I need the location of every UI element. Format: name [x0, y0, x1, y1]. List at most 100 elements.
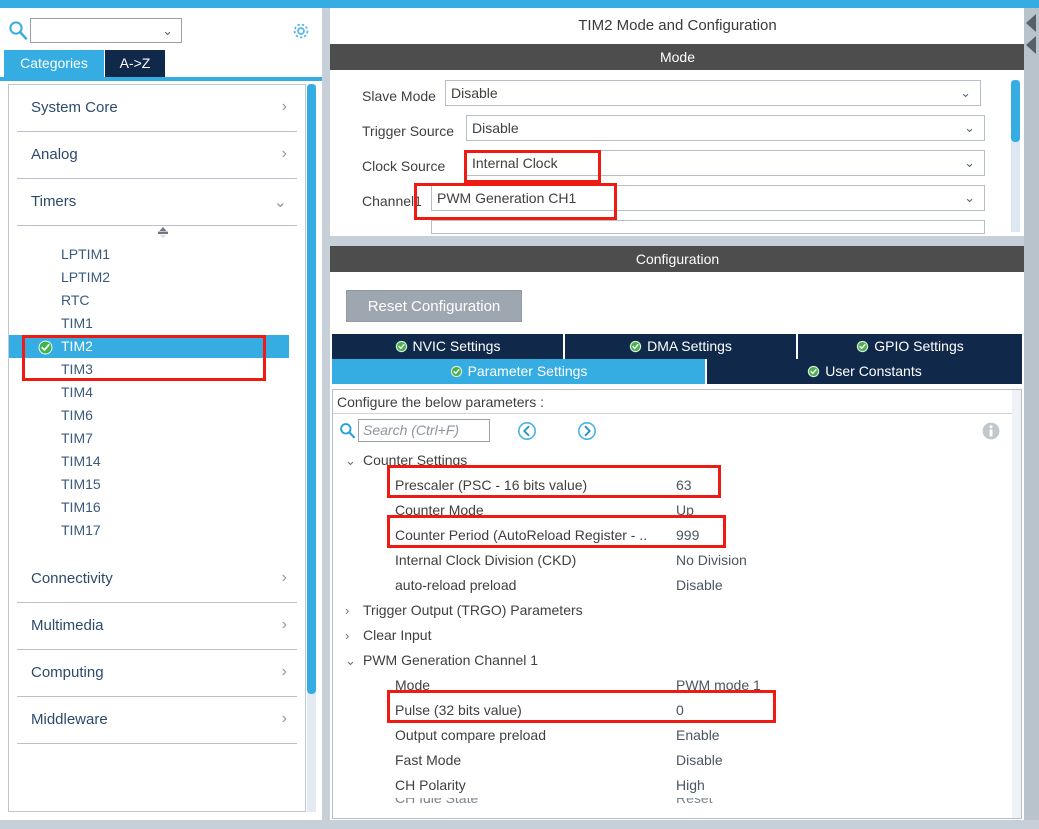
mode-row-slave-mode: Slave Mode Disable ⌄	[330, 80, 1025, 115]
sidebar-tabs-underline	[0, 77, 322, 81]
info-icon[interactable]	[981, 421, 1001, 441]
group-label: Counter Settings	[363, 452, 468, 468]
outer-scrollbar-track[interactable]	[1024, 8, 1039, 820]
parameters-tree: ⌄ Counter Settings Prescaler (PSC - 16 b…	[333, 448, 1021, 814]
tab-label: Parameter Settings	[467, 363, 588, 379]
list-item[interactable]: RTC	[9, 289, 305, 312]
sidebar-item-tim2[interactable]: TIM2	[9, 335, 289, 358]
table-row[interactable]: Mode PWM mode 1	[333, 673, 1021, 698]
table-row[interactable]: Internal Clock Division (CKD) No Divisio…	[333, 548, 1021, 573]
search-input[interactable]: Search (Ctrl+F)	[358, 419, 490, 442]
list-item[interactable]: TIM3	[9, 358, 305, 381]
tab-parameter-settings[interactable]: Parameter Settings	[332, 359, 705, 384]
param-name: Pulse (32 bits value)	[395, 702, 522, 718]
table-row[interactable]: CH Polarity High	[333, 773, 1021, 798]
chevron-down-icon: ⌄	[345, 653, 356, 668]
sidebar-item-middleware[interactable]: Middleware ›	[17, 697, 297, 744]
list-item[interactable]: TIM16	[9, 496, 305, 519]
chevron-right-icon: ›	[345, 628, 350, 643]
table-row[interactable]: Counter Period (AutoReload Register - ..…	[333, 523, 1021, 548]
table-row[interactable]: Fast Mode Disable	[333, 748, 1021, 773]
mode-row-channel1: Channel1 PWM Generation CH1 ⌄	[330, 185, 1025, 220]
param-value: No Division	[676, 552, 747, 568]
check-circle-icon	[395, 336, 408, 353]
channel1-value: PWM Generation CH1	[437, 190, 577, 206]
param-value: High	[676, 777, 705, 793]
group-clear-input[interactable]: › Clear Input	[333, 623, 1021, 648]
param-name: Mode	[395, 677, 431, 693]
timer-label: TIM14	[61, 453, 101, 469]
param-value: Enable	[676, 727, 720, 743]
table-row[interactable]: Prescaler (PSC - 16 bits value) 63	[333, 473, 1021, 498]
clock-source-value: Internal Clock	[472, 155, 558, 171]
timer-label: TIM3	[61, 361, 93, 377]
param-name: Output compare preload	[395, 727, 546, 743]
trigger-source-value: Disable	[472, 120, 519, 136]
table-row-clipped[interactable]: CH Idle State Reset	[333, 798, 1021, 814]
mode-section-header: Mode	[330, 44, 1025, 70]
group-pwm-generation-channel-1[interactable]: ⌄ PWM Generation Channel 1	[333, 648, 1021, 673]
tab-categories[interactable]: Categories	[4, 50, 104, 77]
list-item[interactable]: LPTIM1	[9, 243, 305, 266]
chevron-down-icon: ⌄	[964, 190, 975, 205]
list-item[interactable]: TIM17	[9, 519, 305, 542]
clock-source-select[interactable]: Internal Clock ⌄	[466, 150, 985, 176]
param-value: 63	[676, 477, 692, 493]
previous-icon[interactable]	[517, 421, 537, 441]
sidebar-item-system-core[interactable]: System Core ›	[17, 85, 297, 132]
sidebar-item-computing[interactable]: Computing ›	[17, 650, 297, 697]
next-icon[interactable]	[577, 421, 597, 441]
scroll-up-handle-icon[interactable]	[155, 226, 171, 240]
sidebar-search-row: ⌄	[0, 8, 322, 50]
group-trigger-output[interactable]: › Trigger Output (TRGO) Parameters	[333, 598, 1021, 623]
list-item[interactable]: TIM4	[9, 381, 305, 404]
search-combobox[interactable]: ⌄	[30, 18, 182, 43]
table-row[interactable]: Counter Mode Up	[333, 498, 1021, 523]
reset-configuration-button[interactable]: Reset Configuration	[346, 290, 522, 322]
sidebar-item-label: Analog	[31, 146, 78, 163]
list-item[interactable]: TIM7	[9, 427, 305, 450]
slave-mode-select[interactable]: Disable ⌄	[445, 80, 981, 106]
check-circle-icon	[807, 361, 820, 378]
check-circle-icon	[450, 361, 463, 378]
parameters-scrollbar-track[interactable]	[1012, 390, 1021, 818]
table-row[interactable]: Output compare preload Enable	[333, 723, 1021, 748]
param-value: Disable	[676, 577, 723, 593]
tab-label: User Constants	[825, 363, 922, 379]
channel1-select[interactable]: PWM Generation CH1 ⌄	[431, 185, 985, 211]
sidebar-item-timers[interactable]: Timers ⌄	[17, 179, 297, 226]
tab-label: DMA Settings	[647, 338, 732, 354]
tab-dma-settings[interactable]: DMA Settings	[565, 334, 796, 359]
table-row[interactable]: Pulse (32 bits value) 0	[333, 698, 1021, 723]
tab-gpio-settings[interactable]: GPIO Settings	[798, 334, 1022, 359]
configuration-section-header: Configuration	[330, 246, 1025, 272]
parameters-toolbar: Search (Ctrl+F)	[333, 414, 1021, 448]
group-counter-settings[interactable]: ⌄ Counter Settings	[333, 448, 1021, 473]
mode-scrollbar-thumb[interactable]	[1011, 80, 1020, 142]
list-item[interactable]: TIM14	[9, 450, 305, 473]
trigger-source-select[interactable]: Disable ⌄	[466, 115, 985, 141]
sidebar-item-label: Multimedia	[31, 617, 104, 634]
panel-collapse-arrows[interactable]	[1024, 12, 1039, 60]
param-name: auto-reload preload	[395, 577, 517, 593]
list-item[interactable]: TIM15	[9, 473, 305, 496]
tab-user-constants[interactable]: User Constants	[707, 359, 1022, 384]
sidebar-scrollbar-thumb[interactable]	[307, 84, 316, 694]
param-name: Counter Period (AutoReload Register - ..	[395, 527, 648, 543]
clock-source-label: Clock Source	[362, 158, 446, 174]
gear-icon[interactable]	[290, 20, 312, 42]
sidebar-item-connectivity[interactable]: Connectivity ›	[17, 556, 297, 603]
list-item[interactable]: TIM6	[9, 404, 305, 427]
chevron-right-icon: ›	[281, 710, 287, 727]
channel2-select-clipped[interactable]	[431, 220, 985, 234]
tab-a-to-z[interactable]: A->Z	[105, 50, 165, 77]
table-row[interactable]: auto-reload preload Disable	[333, 573, 1021, 598]
param-value: PWM mode 1	[676, 677, 761, 693]
list-item[interactable]: LPTIM2	[9, 266, 305, 289]
list-item[interactable]: TIM1	[9, 312, 305, 335]
param-name: CH Idle State	[395, 798, 479, 806]
sidebar-item-multimedia[interactable]: Multimedia ›	[17, 603, 297, 650]
sidebar-item-analog[interactable]: Analog ›	[17, 132, 297, 179]
slave-mode-value: Disable	[451, 85, 498, 101]
tab-nvic-settings[interactable]: NVIC Settings	[332, 334, 563, 359]
